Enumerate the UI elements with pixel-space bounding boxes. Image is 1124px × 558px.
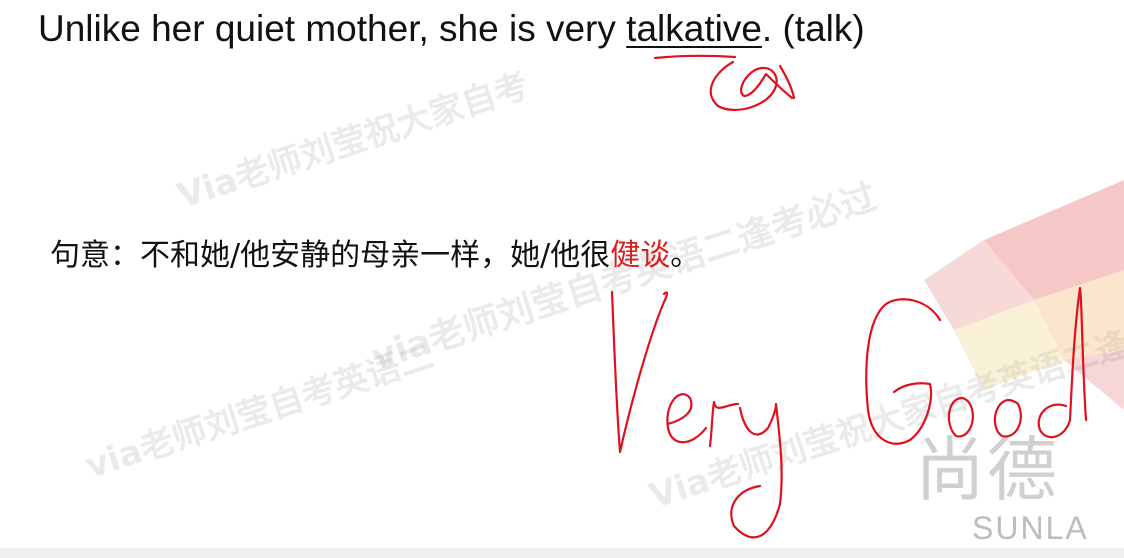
meaning-suffix: 。 xyxy=(670,238,701,273)
sentence-before: Unlike her quiet mother, she is xyxy=(38,8,546,49)
sentence-meaning: 句意：不和她/他安静的母亲一样，她/他很健谈。 xyxy=(50,230,700,274)
sentence-space xyxy=(616,8,626,49)
watermark-text: Via老师刘莹祝大家自考 xyxy=(172,65,534,217)
ink-letter-r xyxy=(708,400,740,448)
logo-sub: SUNLA xyxy=(972,510,1089,546)
ink-underline xyxy=(653,54,737,60)
ink-letter-e xyxy=(666,393,708,444)
watermark-text: via老师刘莹自考英语二逢考必过 xyxy=(366,176,882,379)
meaning-highlight: 健谈 xyxy=(610,238,671,273)
ink-letter-v xyxy=(610,290,669,454)
answer-word: talkative xyxy=(626,8,762,49)
logo-name: 尚德 xyxy=(915,429,1059,511)
meaning-prefix: 句意：不和她/他安静的母亲一样，她/他很 xyxy=(50,238,611,273)
sentence-very: very xyxy=(545,8,616,49)
sentence-after: . (talk) xyxy=(761,8,865,49)
ink-letter-y xyxy=(730,402,783,539)
exercise-sentence: Unlike her quiet mother, she is very tal… xyxy=(38,8,865,50)
watermark-text: via老师刘莹自考英语二 xyxy=(80,336,439,487)
bottom-bar xyxy=(0,548,1124,558)
slide: Via老师刘莹祝大家自考 via老师刘莹自考英语二逢考必过 via老师刘莹自考英… xyxy=(0,0,1124,558)
logo-graphic xyxy=(924,180,1124,410)
ink-loop xyxy=(709,60,794,111)
